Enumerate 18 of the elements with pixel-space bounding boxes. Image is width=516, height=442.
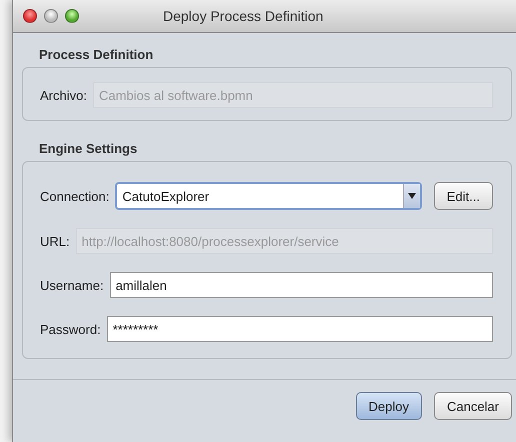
- connection-dropdown[interactable]: CatutoExplorer: [115, 182, 422, 210]
- input-field[interactable]: amillalen: [110, 272, 493, 298]
- caret-icon: [402, 184, 420, 208]
- minimize-icon[interactable]: [44, 9, 58, 23]
- close-icon[interactable]: [23, 9, 37, 23]
- field-label: URL:: [40, 234, 70, 248]
- zoom-icon[interactable]: [65, 9, 79, 23]
- field-label: Archivo:: [40, 88, 87, 102]
- section-heading: Engine Settings: [38, 141, 138, 158]
- dialog-button[interactable]: Cancelar: [434, 392, 512, 420]
- field-label: Username:: [40, 278, 104, 292]
- field-label: Password:: [40, 322, 101, 336]
- window-title: Deploy Process Definition: [163, 8, 324, 24]
- section-heading: Process Definition: [38, 47, 154, 64]
- edit-button[interactable]: Edit...: [434, 182, 493, 210]
- input-field[interactable]: *********: [106, 316, 493, 342]
- dialog-button[interactable]: Deploy: [356, 392, 422, 420]
- field-label: Connection:: [40, 188, 110, 204]
